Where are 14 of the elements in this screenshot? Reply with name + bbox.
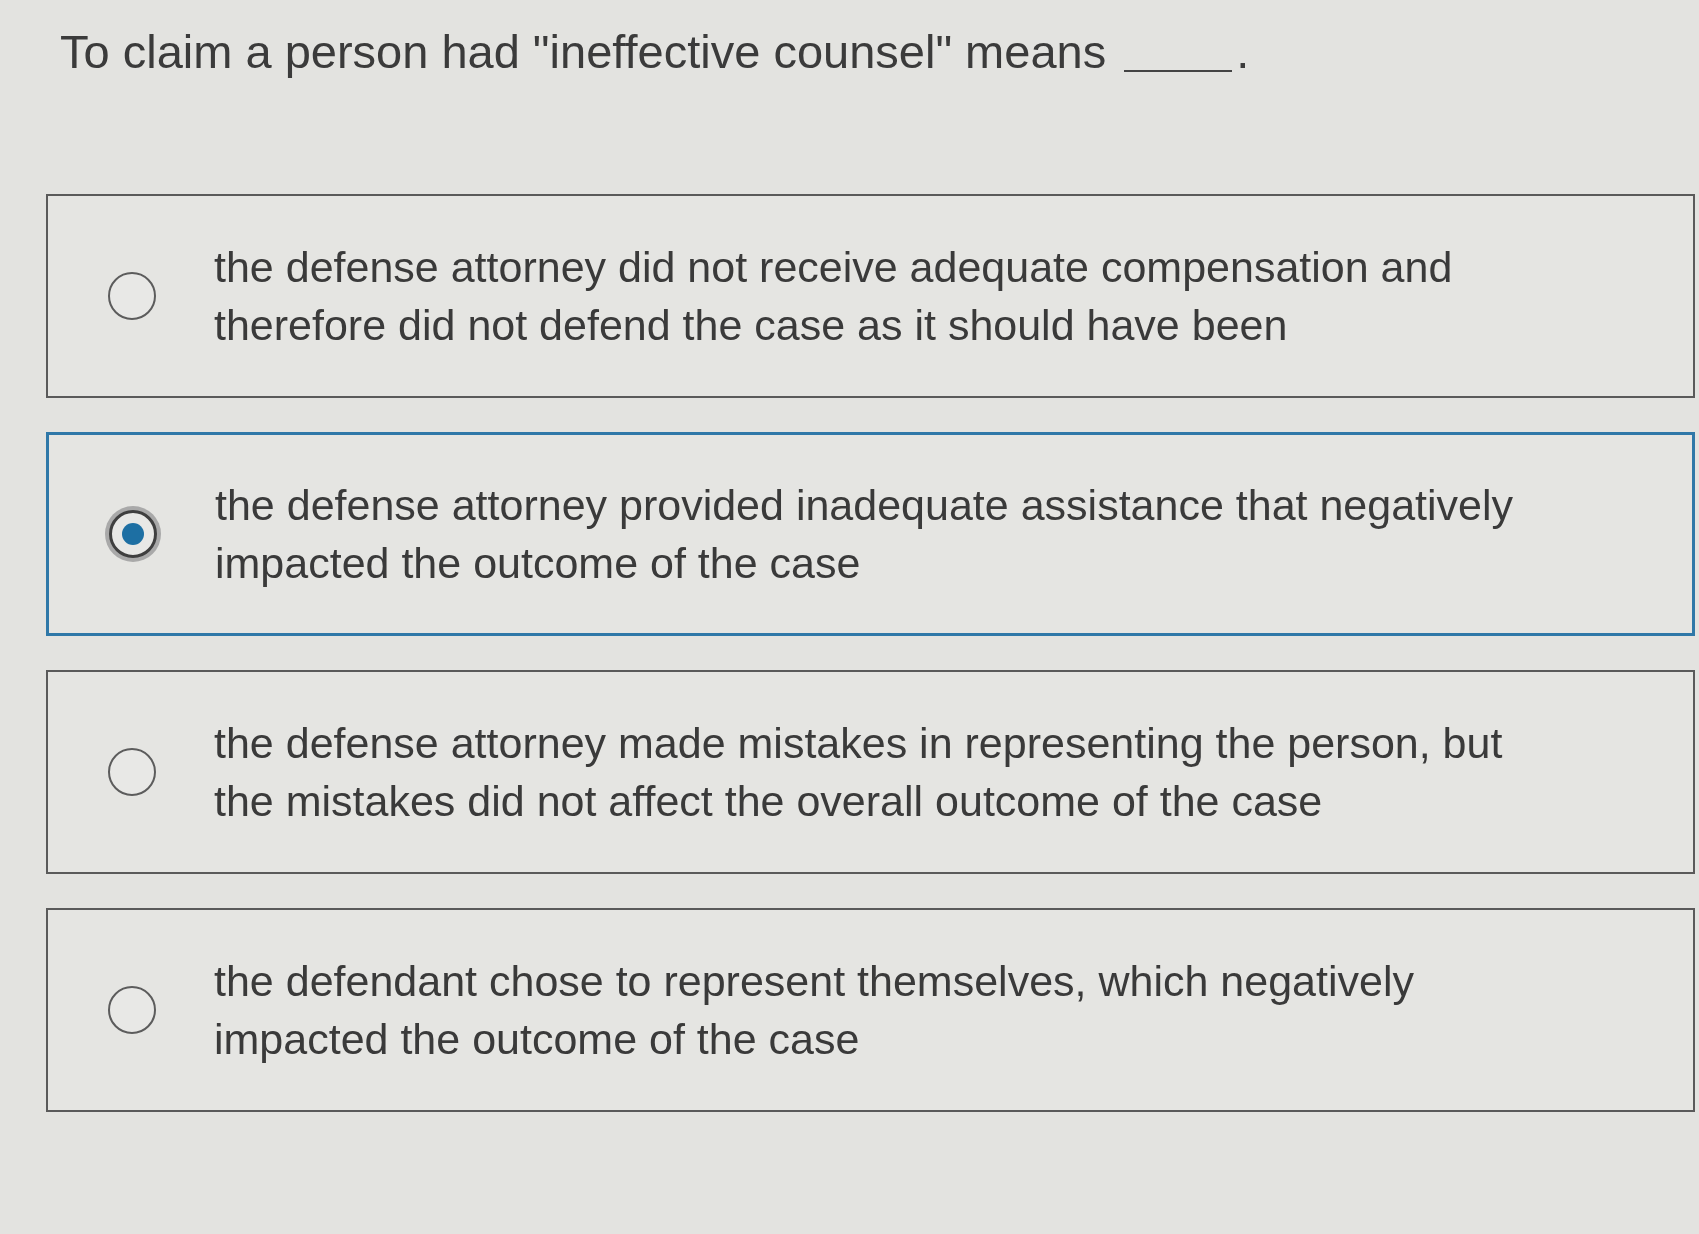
option-text: the defense attorney provided inadequate assistance that negatively impacted the outcome of the case xyxy=(215,480,1514,589)
answer-option[interactable]: the defense attorney did not receive adequate compensation and therefore did not defend the case as it should have been xyxy=(46,194,1695,398)
answer-option[interactable]: the defense attorney made mistakes in representing the person, but the mistakes did not affect the overall outcome of the case xyxy=(46,670,1695,874)
radio-button[interactable] xyxy=(108,272,156,320)
option-text: the defense attorney did not receive adequate compensation and therefore did not defend the case as it should have been xyxy=(214,242,1453,351)
option-text: the defense attorney made mistakes in representing the person, but the mistakes did not affect the overall outcome of the case xyxy=(214,718,1503,827)
question-punctuation: . xyxy=(1236,24,1250,80)
radio-button[interactable] xyxy=(108,748,156,796)
radio-button[interactable] xyxy=(108,986,156,1034)
answer-option[interactable]: the defendant chose to represent themselves, which negatively impacted the outcome of the case xyxy=(46,908,1695,1112)
radio-button-selected[interactable] xyxy=(109,510,157,558)
answer-option[interactable]: the defense attorney provided inadequate assistance that negatively impacted the outcome of the case xyxy=(46,432,1695,636)
option-text: the defendant chose to represent themselves, which negatively impacted the outcome of the case xyxy=(214,956,1414,1065)
question-text: To claim a person had "ineffective counsel" means xyxy=(60,24,1107,80)
